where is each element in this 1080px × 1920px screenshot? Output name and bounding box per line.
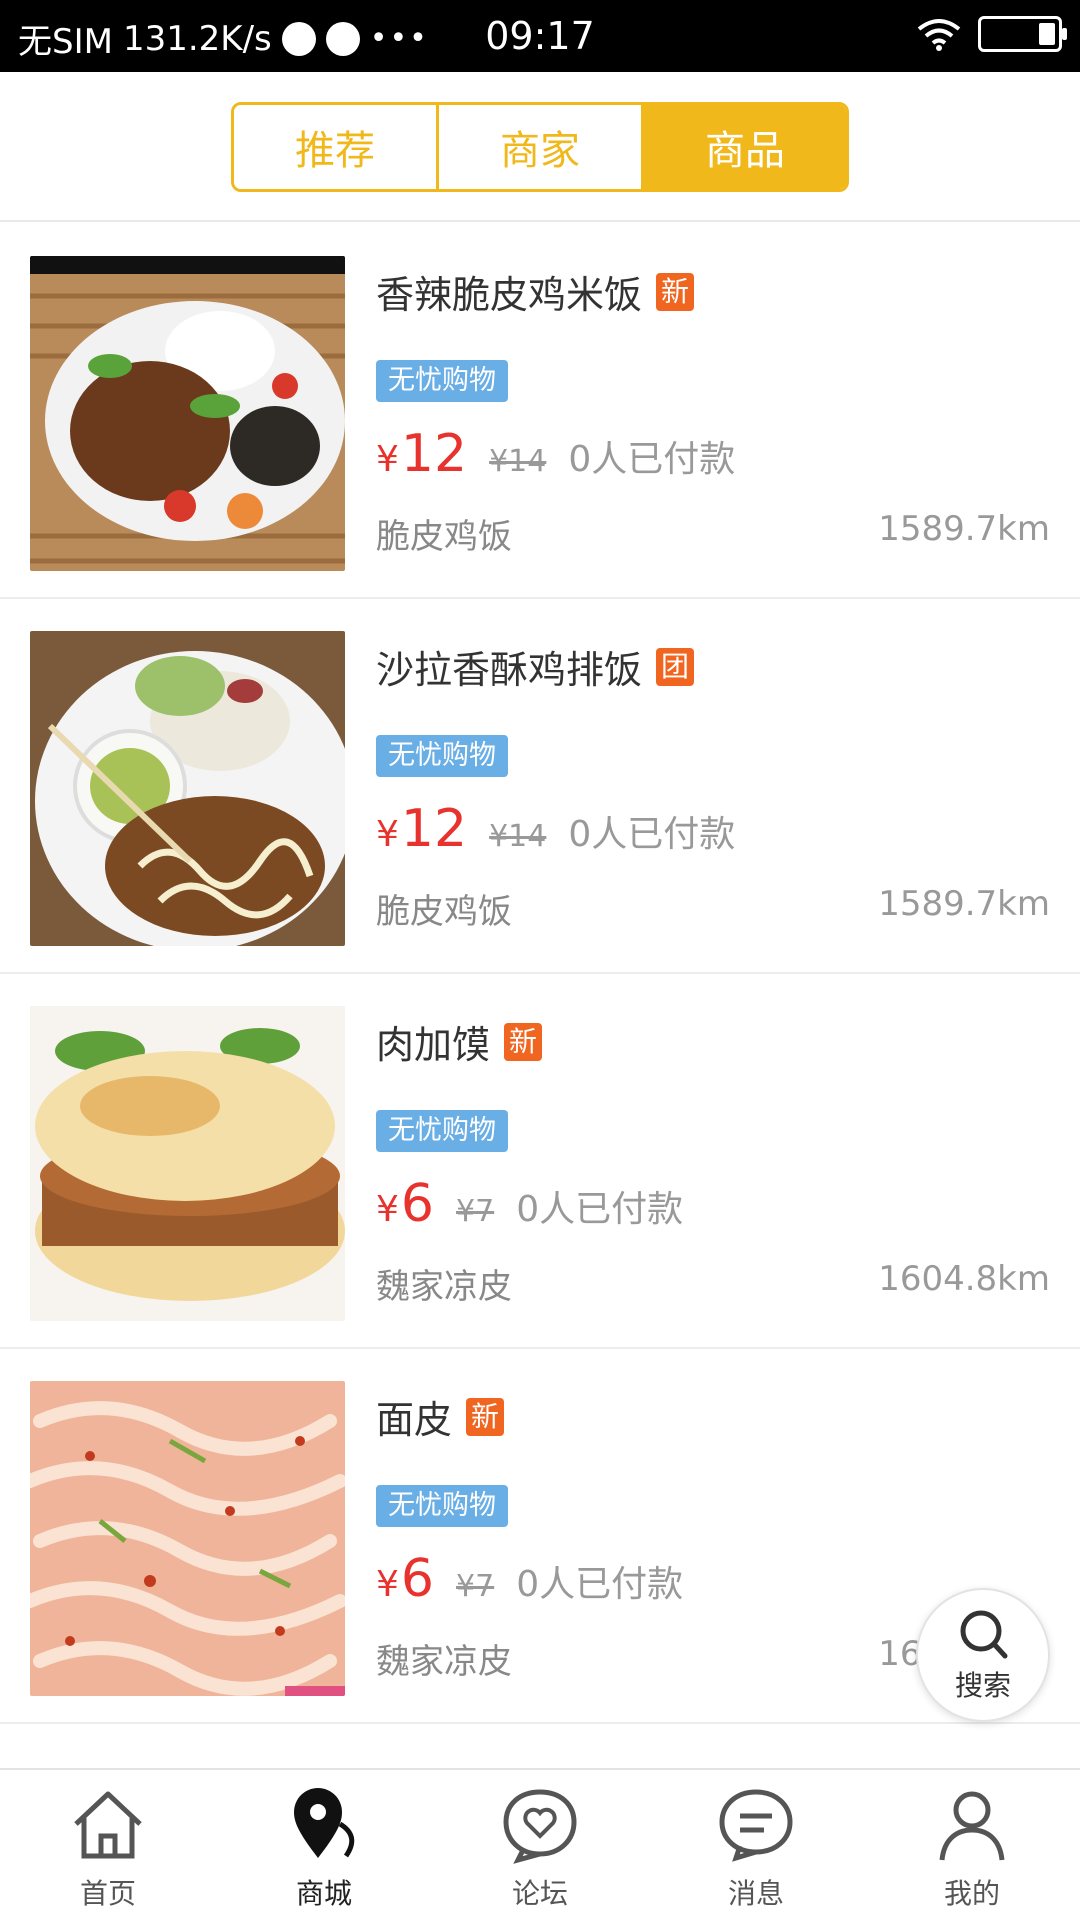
nav-item-messages[interactable]: 消息 <box>648 1770 864 1920</box>
new-badge: 新 <box>466 1397 505 1436</box>
battery-level <box>1039 23 1055 45</box>
distance: 1589.7km <box>878 509 1050 549</box>
paid-count: 0人已付款 <box>568 439 736 480</box>
price-row: ¥12 ¥14 0人已付款 <box>376 799 735 859</box>
distance: 1604.8km <box>878 1259 1050 1299</box>
title-row: 肉加馍 新 <box>376 1014 543 1069</box>
wifi-icon <box>917 19 961 51</box>
product-image-chicken-rice[interactable] <box>30 256 345 571</box>
search-fab-label: 搜索 <box>954 1669 1011 1702</box>
user-icon <box>939 1791 1005 1861</box>
original-price: ¥7 <box>456 1569 495 1604</box>
price-value: 12 <box>400 799 468 859</box>
current-price: ¥6 <box>376 1174 434 1234</box>
paid-count: 0人已付款 <box>516 1564 684 1605</box>
currency-symbol: ¥ <box>376 439 399 480</box>
current-price: ¥12 <box>376 799 467 859</box>
product-image-rou-jia-mo[interactable] <box>30 1006 345 1321</box>
product-item[interactable]: 沙拉香酥鸡排饭 团 无忧购物 ¥12 ¥14 0人已付款 脆皮鸡饭 1589.7… <box>0 599 1080 974</box>
nav-label-mall: 商城 <box>295 1877 352 1910</box>
price-value: 12 <box>400 424 468 484</box>
home-icon <box>74 1791 142 1859</box>
app-root: 无SIM 131.2K/s ••• 09:17 推荐 商家 商品 香辣脆皮鸡米饭… <box>0 0 1080 1920</box>
tab-recommend[interactable]: 推荐 <box>234 105 439 189</box>
product-item[interactable]: 肉加馍 新 无忧购物 ¥6 ¥7 0人已付款 魏家凉皮 1604.8km <box>0 974 1080 1349</box>
heart-chat-icon <box>503 1789 577 1864</box>
title-row: 面皮 新 <box>376 1389 505 1444</box>
paid-count: 0人已付款 <box>516 1189 684 1230</box>
shop-name[interactable]: 脆皮鸡饭 <box>376 509 512 558</box>
search-fab-button[interactable]: 搜索 <box>916 1588 1050 1722</box>
distance: 1589.7km <box>878 884 1050 924</box>
segment-control: 推荐 商家 商品 <box>231 102 849 192</box>
currency-symbol: ¥ <box>376 1564 399 1605</box>
paid-count: 0人已付款 <box>568 814 736 855</box>
nav-label-me: 我的 <box>943 1877 1000 1910</box>
original-price: ¥7 <box>456 1194 495 1229</box>
nav-label-forum: 论坛 <box>511 1877 568 1910</box>
shop-name[interactable]: 魏家凉皮 <box>376 1259 512 1308</box>
product-title[interactable]: 面皮 <box>376 1389 452 1444</box>
tab-merchants[interactable]: 商家 <box>439 105 644 189</box>
original-price: ¥14 <box>489 819 547 854</box>
product-image-chicken-cutlet-rice[interactable] <box>30 631 345 946</box>
price-row: ¥6 ¥7 0人已付款 <box>376 1174 683 1234</box>
status-bar: 无SIM 131.2K/s ••• 09:17 <box>0 0 1080 72</box>
title-row: 香辣脆皮鸡米饭 新 <box>376 264 695 319</box>
product-image-mian-pi[interactable] <box>30 1381 345 1696</box>
shop-name[interactable]: 魏家凉皮 <box>376 1634 512 1683</box>
product-title[interactable]: 肉加馍 <box>376 1014 490 1069</box>
nav-item-me[interactable]: 我的 <box>864 1770 1080 1920</box>
nav-item-home[interactable]: 首页 <box>0 1770 216 1920</box>
product-title[interactable]: 香辣脆皮鸡米饭 <box>376 264 642 319</box>
bottom-nav: 首页 商城 论坛 消息 我的 <box>0 1768 1080 1920</box>
new-badge: 新 <box>656 272 695 311</box>
message-icon <box>719 1789 793 1862</box>
shop-name[interactable]: 脆皮鸡饭 <box>376 884 512 933</box>
battery-icon <box>978 16 1067 52</box>
map-pin-icon <box>294 1788 355 1858</box>
current-price: ¥12 <box>376 424 467 484</box>
price-value: 6 <box>400 1549 434 1609</box>
price-row: ¥12 ¥14 0人已付款 <box>376 424 735 484</box>
nav-item-forum[interactable]: 论坛 <box>432 1770 648 1920</box>
product-item[interactable]: 香辣脆皮鸡米饭 新 无忧购物 ¥12 ¥14 0人已付款 脆皮鸡饭 1589.7… <box>0 224 1080 599</box>
service-badge: 无忧购物 <box>376 1110 508 1152</box>
search-icon <box>960 1610 1008 1659</box>
original-price: ¥14 <box>489 444 547 479</box>
price-row: ¥6 ¥7 0人已付款 <box>376 1549 683 1609</box>
product-list: 香辣脆皮鸡米饭 新 无忧购物 ¥12 ¥14 0人已付款 脆皮鸡饭 1589.7… <box>0 224 1080 1724</box>
current-price: ¥6 <box>376 1549 434 1609</box>
nav-label-messages: 消息 <box>727 1877 784 1910</box>
nav-label-home: 首页 <box>79 1877 136 1910</box>
currency-symbol: ¥ <box>376 814 399 855</box>
group-buy-badge: 团 <box>656 647 695 686</box>
segment-header: 推荐 商家 商品 <box>0 72 1080 222</box>
new-badge: 新 <box>504 1022 543 1061</box>
status-right <box>916 16 1067 52</box>
currency-symbol: ¥ <box>376 1189 399 1230</box>
service-badge: 无忧购物 <box>376 1485 508 1527</box>
title-row: 沙拉香酥鸡排饭 团 <box>376 639 695 694</box>
price-value: 6 <box>400 1174 434 1234</box>
service-badge: 无忧购物 <box>376 735 508 777</box>
service-badge: 无忧购物 <box>376 360 508 402</box>
tab-products[interactable]: 商品 <box>644 105 846 189</box>
nav-item-mall[interactable]: 商城 <box>216 1770 432 1920</box>
product-title[interactable]: 沙拉香酥鸡排饭 <box>376 639 642 694</box>
